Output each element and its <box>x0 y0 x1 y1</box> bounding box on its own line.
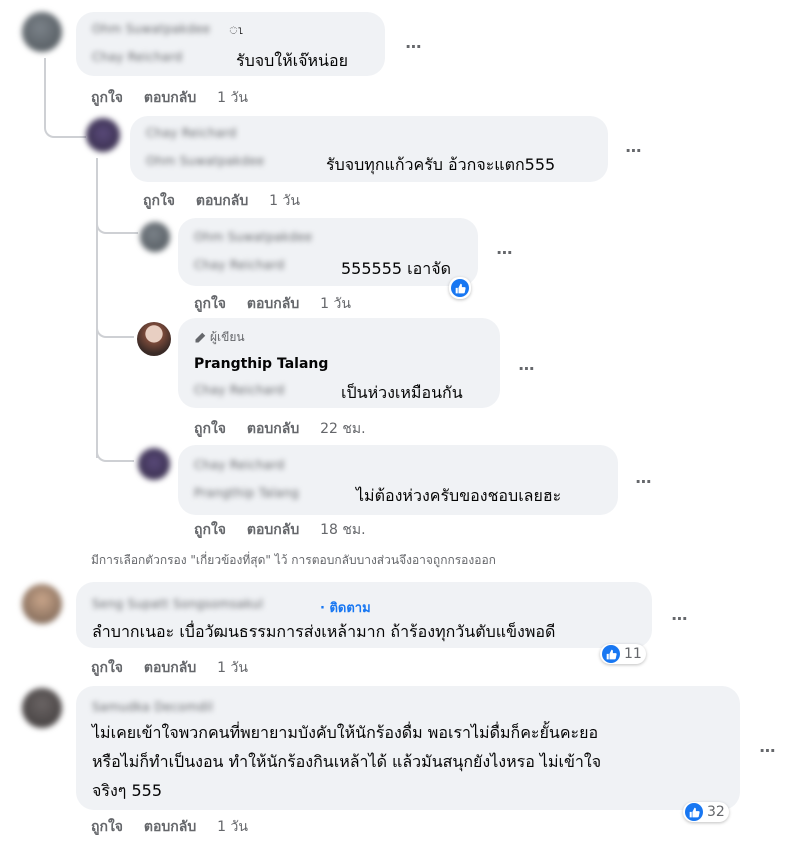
comment-text: เป็นห่วงเหมือนกัน <box>341 383 463 402</box>
reply-button[interactable]: ตอบกลับ <box>144 90 196 106</box>
commenter-name[interactable]: Samudka Decomdil <box>92 700 213 714</box>
reply-button[interactable]: ตอบกลับ <box>144 819 196 835</box>
comment-actions: ถูกใจ ตอบกลับ 1 วัน <box>143 190 316 212</box>
timestamp: 1 วัน <box>217 819 248 835</box>
like-button[interactable]: ถูกใจ <box>194 522 226 538</box>
more-options-icon[interactable]: ⋯ <box>668 606 692 630</box>
timestamp: 18 ชม. <box>320 522 366 538</box>
avatar[interactable] <box>140 222 170 252</box>
like-button[interactable]: ถูกใจ <box>143 193 175 209</box>
comment-text: ลำบากเนอะ เบื่อวัฒนธรรมการส่งเหล้ามาก ถ้… <box>92 622 556 641</box>
reaction-count: 32 <box>707 804 725 820</box>
commenter-name[interactable]: Chay Reichard <box>194 458 285 472</box>
author-badge: ผู้เขียน <box>194 328 245 347</box>
like-button[interactable]: ถูกใจ <box>91 660 123 676</box>
more-options-icon[interactable]: ⋯ <box>622 138 646 162</box>
comment-text-line: หรือไม่ก็ทำเป็นงอน ทำให้นักร้องกินเหล้าไ… <box>92 752 602 771</box>
reply-button[interactable]: ตอบกลับ <box>196 193 248 209</box>
pencil-icon <box>195 332 206 342</box>
more-options-icon[interactable]: ⋯ <box>515 356 539 380</box>
comment-text-line: จริงๆ 555 <box>92 781 162 800</box>
comment-text: รับจบทุกแก้วครับ อ้วกจะแตก555 <box>326 155 556 174</box>
more-options-icon[interactable]: ⋯ <box>632 469 656 493</box>
tagged-name[interactable]: Chay Reichard <box>92 50 232 64</box>
comment-text: รับจบให้เจ๊หน่อย <box>236 51 348 70</box>
commenter-name[interactable]: Ohm Suwatpakdee <box>194 230 312 244</box>
reaction-badge[interactable]: 32 <box>683 802 729 822</box>
tagged-name[interactable]: Prangthip Talang <box>194 486 350 500</box>
comment-actions: ถูกใจ ตอบกลับ 22 ชม. <box>194 418 382 440</box>
like-button[interactable]: ถูกใจ <box>194 421 226 437</box>
reply-button[interactable]: ตอบกลับ <box>247 296 299 312</box>
more-options-icon[interactable]: ⋯ <box>402 34 426 58</box>
comment-text: ไม่ต้องห่วงครับของชอบเลยฮะ <box>356 486 562 505</box>
timestamp: 22 ชม. <box>320 421 366 437</box>
more-options-icon[interactable]: ⋯ <box>756 738 780 762</box>
avatar[interactable] <box>22 688 62 728</box>
like-button[interactable]: ถูกใจ <box>91 819 123 835</box>
thread-line <box>96 240 134 338</box>
avatar[interactable] <box>22 12 62 52</box>
like-button[interactable]: ถูกใจ <box>194 296 226 312</box>
reaction-count: 11 <box>624 646 642 662</box>
avatar[interactable] <box>137 322 171 356</box>
comment-actions: ถูกใจ ตอบกลับ 1 วัน <box>91 657 264 679</box>
comment-text: 555555 เอาจัด <box>341 259 451 278</box>
comment-actions: ถูกใจ ตอบกลับ 1 วัน <box>194 293 367 315</box>
filter-notice: มีการเลือกตัวกรอง "เกี่ยวข้องที่สุด" ไว้… <box>91 553 496 567</box>
tagged-name[interactable]: Ohm Suwatpakdee <box>146 154 318 168</box>
reaction-badge[interactable]: 11 <box>600 644 646 664</box>
follow-link[interactable]: · ติดตาม <box>320 597 371 618</box>
comment-actions: ถูกใจ ตอบกลับ 1 วัน <box>91 87 264 109</box>
timestamp: 1 วัน <box>320 296 351 312</box>
comment-actions: ถูกใจ ตอบกลับ 1 วัน <box>91 816 264 838</box>
tagged-name[interactable]: Chay Reichard <box>194 258 334 272</box>
thread-line <box>96 200 138 234</box>
like-reaction-icon <box>451 279 469 297</box>
timestamp: 1 วัน <box>217 90 248 106</box>
author-label: ผู้เขียน <box>210 330 245 344</box>
avatar[interactable] <box>22 584 62 624</box>
commenter-name[interactable]: Chay Reichard <box>146 126 237 140</box>
avatar[interactable] <box>138 448 170 480</box>
avatar[interactable] <box>86 118 120 152</box>
timestamp: 1 วัน <box>269 193 300 209</box>
reply-button[interactable]: ตอบกลับ <box>247 522 299 538</box>
reply-button[interactable]: ตอบกลับ <box>247 421 299 437</box>
comment-actions: ถูกใจ ตอบกลับ 18 ชม. <box>194 519 382 541</box>
thread-line <box>96 340 134 462</box>
commenter-name[interactable]: Seng Supatt Songsomsakul <box>92 597 317 611</box>
comment-text-line: ไม่เคยเข้าใจพวกคนที่พยายามบังคับให้นักร้… <box>92 723 599 742</box>
commenter-name[interactable]: Ohm Suwatpakdee <box>92 22 210 36</box>
like-reaction-icon <box>602 645 620 663</box>
tagged-name[interactable]: Chay Reichard <box>194 383 334 397</box>
reply-button[interactable]: ตอบกลับ <box>144 660 196 676</box>
more-options-icon[interactable]: ⋯ <box>493 240 517 264</box>
like-reaction-icon <box>685 803 703 821</box>
timestamp: 1 วัน <box>217 660 248 676</box>
commenter-name[interactable]: Prangthip Talang <box>194 356 328 372</box>
like-button[interactable]: ถูกใจ <box>91 90 123 106</box>
reaction-badge[interactable] <box>449 277 471 299</box>
